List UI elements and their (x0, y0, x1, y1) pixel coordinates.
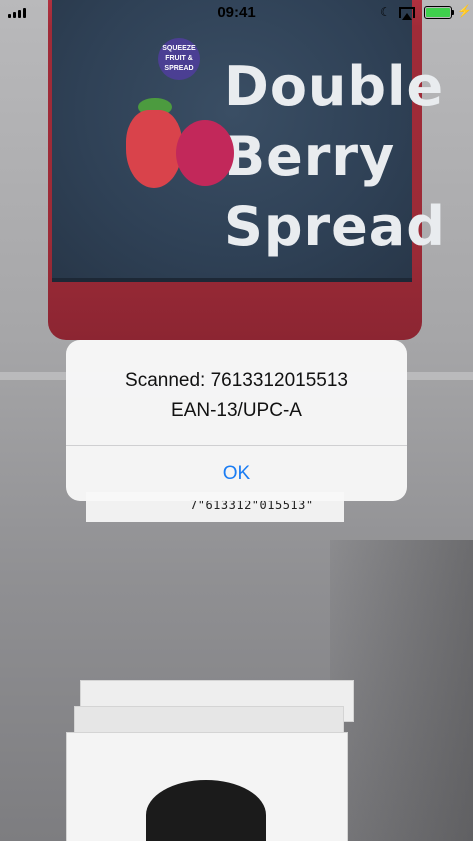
product-name: Double Berry Spread (224, 52, 446, 262)
ok-button[interactable]: OK (66, 446, 407, 501)
product-name-line: Double (224, 55, 445, 118)
raspberry-illustration (176, 120, 234, 186)
battery-charging-icon (424, 6, 452, 19)
battery-tip (452, 10, 454, 15)
bottle-cap (146, 780, 266, 841)
do-not-disturb-icon: ☾ (380, 5, 391, 19)
strawberry-illustration (126, 110, 182, 188)
brand-badge: SQUEEZE FRUIT & SPREAD (158, 38, 200, 80)
scan-result-alert: Scanned: 7613312015513 EAN-13/UPC-A OK (66, 340, 407, 501)
screen-mirroring-arrow-icon (402, 13, 412, 20)
status-bar: 09:41 ☾ ⚡ (0, 0, 473, 26)
charging-bolt-icon: ⚡ (457, 4, 472, 18)
battery-level (426, 8, 450, 17)
alert-message: Scanned: 7613312015513 EAN-13/UPC-A (66, 366, 407, 426)
product-name-line: Berry (224, 125, 396, 188)
product-name-line: Spread (224, 195, 446, 258)
alert-scanned-code: Scanned: 7613312015513 (125, 370, 348, 391)
alert-barcode-type: EAN-13/UPC-A (171, 400, 302, 421)
